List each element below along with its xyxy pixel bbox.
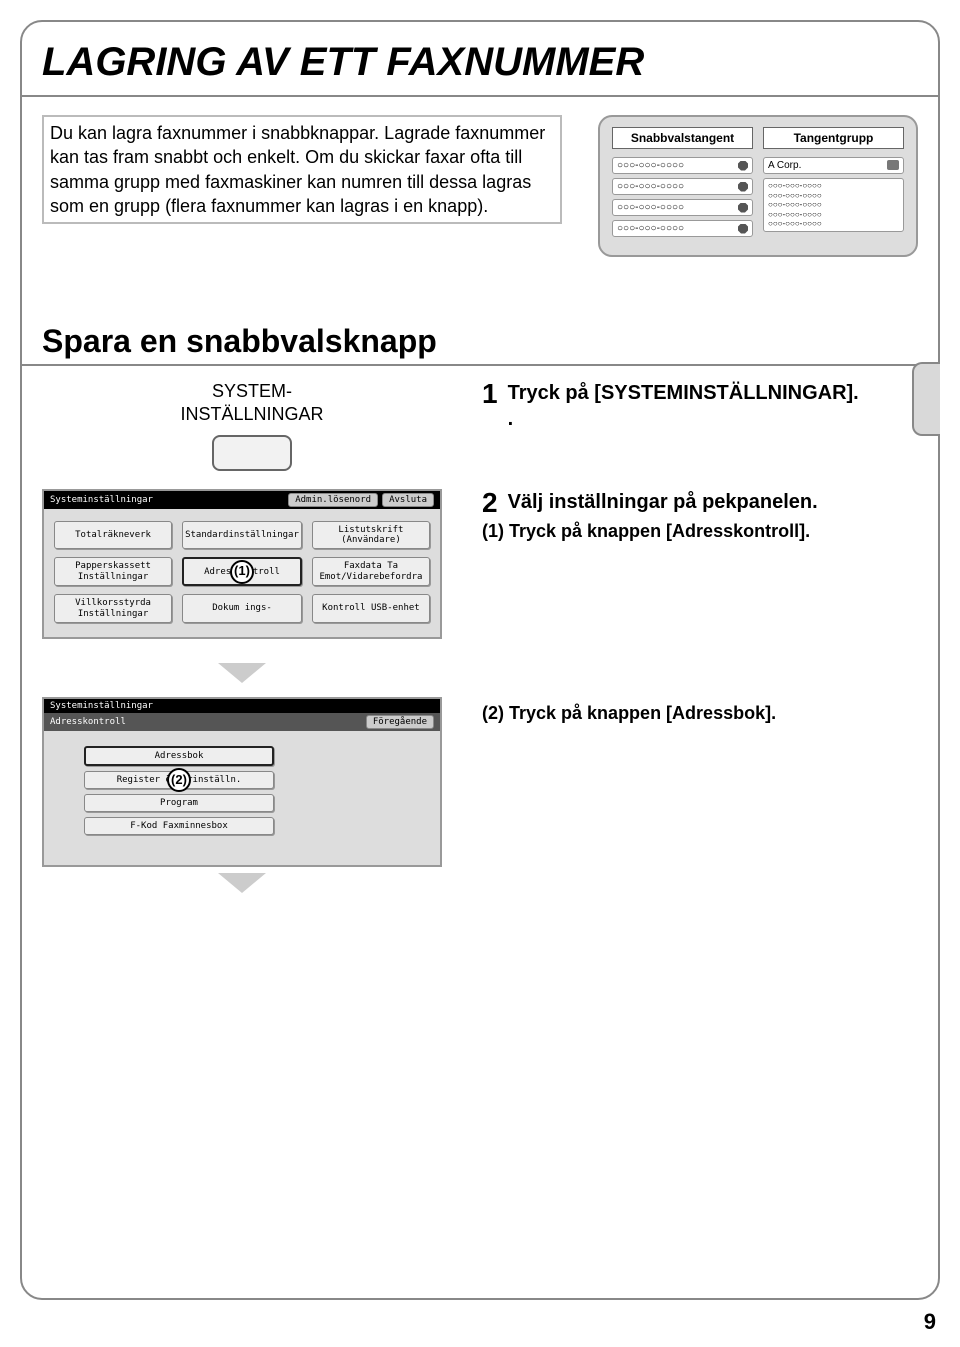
fcode-faxmemorybox-button[interactable]: F-Kod Faxminnesbox — [84, 817, 274, 835]
speed-dial-number: ○○○-○○○-○○○○ — [617, 160, 684, 171]
step-2-substep: (1) Tryck på knappen [Adresskontroll]. — [482, 521, 918, 542]
register-override-button[interactable]: Register öv arinställn. (2) — [84, 771, 274, 789]
intro-paragraph: Du kan lagra faxnummer i snabbknappar. L… — [42, 115, 562, 224]
document-filing-button[interactable]: Dokum ings- — [182, 594, 302, 623]
section-subtitle: Spara en snabbvalsknapp — [42, 323, 938, 360]
group-head: A Corp. — [763, 157, 904, 174]
address-book-button[interactable]: Adressbok — [84, 746, 274, 766]
key-cap-icon — [212, 435, 292, 471]
back-button[interactable]: Föregående — [366, 715, 434, 729]
system-settings-key[interactable]: SYSTEM- INSTÄLLNINGAR — [42, 380, 462, 471]
usb-device-control-button[interactable]: Kontroll USB-enhet — [312, 594, 430, 623]
speed-dial-number: ○○○-○○○-○○○○ — [617, 181, 684, 192]
step-1-text: Tryck på [SYSTEMINSTÄLLNINGAR]. . — [482, 380, 918, 432]
speed-dial-row: ○○○-○○○-○○○○ — [612, 178, 753, 195]
people-icon — [887, 160, 899, 170]
down-arrow-icon — [218, 663, 266, 683]
group-member: ○○○-○○○-○○○○ — [768, 181, 899, 191]
screen2-subtitle: Adresskontroll — [50, 717, 126, 727]
group-header: Tangentgrupp — [763, 127, 904, 149]
step-2-text: Välj inställningar på pekpanelen. — [482, 489, 918, 515]
group-member: ○○○-○○○-○○○○ — [768, 210, 899, 220]
step-number-2: 2 — [482, 489, 498, 517]
subtitle-rule — [22, 364, 938, 366]
address-control-button[interactable]: Adresskontroll (1) — [182, 557, 302, 586]
group-member: ○○○-○○○-○○○○ — [768, 191, 899, 201]
screen-address-control: Systeminställningar Adresskontroll Föreg… — [42, 697, 442, 867]
total-counter-button[interactable]: Totalräkneverk — [54, 521, 172, 550]
callout-2-badge: (2) — [167, 768, 191, 792]
group-member: ○○○-○○○-○○○○ — [768, 219, 899, 229]
phone-icon — [738, 203, 748, 213]
step-3-substep: (2) Tryck på knappen [Adressbok]. — [482, 703, 918, 724]
speed-dial-row: ○○○-○○○-○○○○ — [612, 220, 753, 237]
address-book-label: Adressbok — [155, 751, 204, 761]
speed-dial-row: ○○○-○○○-○○○○ — [612, 157, 753, 174]
group-member-list: ○○○-○○○-○○○○ ○○○-○○○-○○○○ ○○○-○○○-○○○○ ○… — [763, 178, 904, 232]
admin-password-button[interactable]: Admin.lösenord — [288, 493, 378, 507]
paper-tray-settings-button[interactable]: Papperskassett Inställningar — [54, 557, 172, 586]
dial-diagram: Snabbvalstangent Tangentgrupp ○○○-○○○-○○… — [598, 115, 918, 257]
group-member: ○○○-○○○-○○○○ — [768, 200, 899, 210]
page-title: LAGRING AV ETT FAXNUMMER — [42, 40, 938, 85]
default-settings-button[interactable]: Standardinställningar — [182, 521, 302, 550]
phone-icon — [738, 161, 748, 171]
group-name: A Corp. — [768, 160, 801, 171]
fax-data-receive-forward-button[interactable]: Faxdata Ta Emot/Vidarebefordra — [312, 557, 430, 586]
step-number-1: 1 — [482, 380, 498, 408]
key-label: SYSTEM- INSTÄLLNINGAR — [42, 380, 462, 427]
exit-button[interactable]: Avsluta — [382, 493, 434, 507]
conditional-settings-button[interactable]: Villkorsstyrda Inställningar — [54, 594, 172, 623]
screen-system-settings: Systeminställningar Admin.lösenord Avslu… — [42, 489, 442, 639]
callout-1-badge: (1) — [230, 560, 254, 584]
screen1-title: Systeminställningar — [50, 495, 153, 505]
list-print-user-button[interactable]: Listutskrift (Användare) — [312, 521, 430, 550]
section-tab-icon — [912, 362, 940, 436]
screen2-title: Systeminställningar — [50, 701, 153, 711]
page-number: 9 — [924, 1309, 936, 1335]
program-button[interactable]: Program — [84, 794, 274, 812]
phone-icon — [738, 224, 748, 234]
phone-icon — [738, 182, 748, 192]
down-arrow-icon — [218, 873, 266, 893]
speed-dial-row: ○○○-○○○-○○○○ — [612, 199, 753, 216]
speed-dial-header: Snabbvalstangent — [612, 127, 753, 149]
speed-dial-number: ○○○-○○○-○○○○ — [617, 223, 684, 234]
speed-dial-number: ○○○-○○○-○○○○ — [617, 202, 684, 213]
